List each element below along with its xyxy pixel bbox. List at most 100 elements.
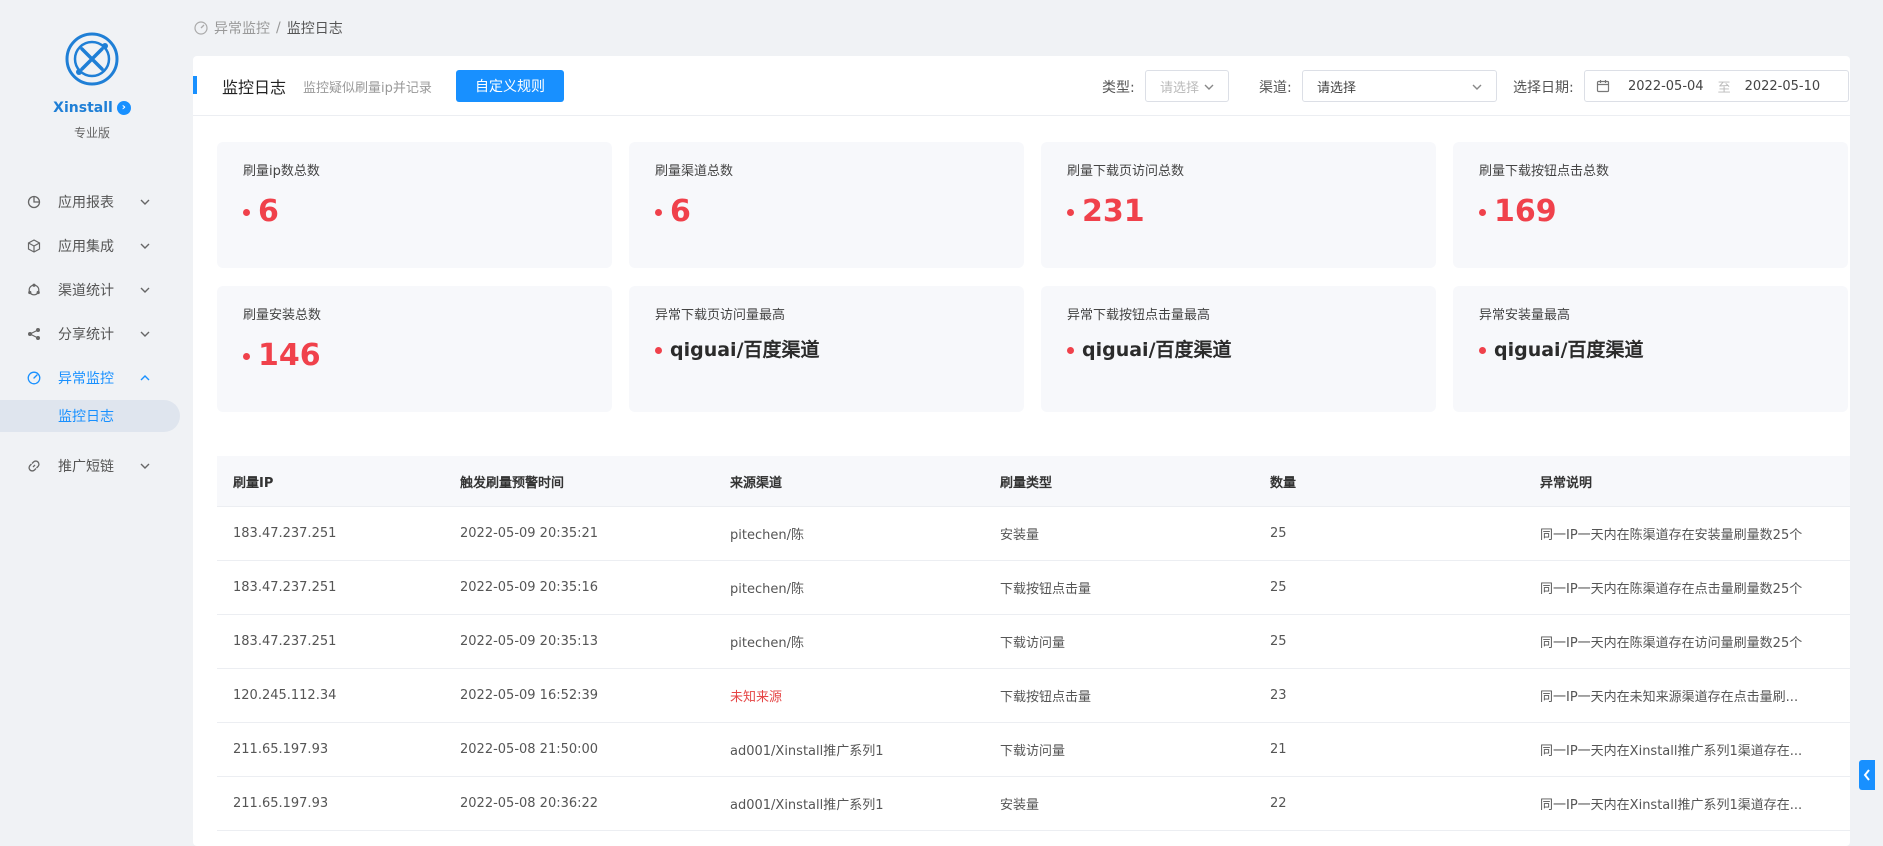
page-title: 监控日志 xyxy=(222,78,287,97)
alert-dot xyxy=(243,352,250,360)
channel-select[interactable]: 请选择 xyxy=(1302,70,1497,102)
custom-rule-button[interactable]: 自定义规则 xyxy=(456,70,564,102)
breadcrumb-parent[interactable]: 异常监控 xyxy=(214,18,270,38)
sidebar-item-label: 推广短链 xyxy=(58,459,114,475)
cell-channel: pitechen/陈 xyxy=(730,636,804,651)
stat-label: 刷量ip数总数 xyxy=(243,164,320,179)
column-header: 触发刷量预警时间 xyxy=(460,475,565,491)
alert-dot xyxy=(243,208,250,216)
network-icon xyxy=(26,282,42,298)
date-end[interactable]: 2022-05-10 xyxy=(1745,79,1821,94)
stat-value: 169 xyxy=(1494,194,1557,229)
stat-card: 刷量安装总数 146 xyxy=(217,286,612,412)
table-row: 183.47.237.251 2022-05-09 20:35:13 pitec… xyxy=(217,615,1850,669)
chevron-up-icon xyxy=(140,375,150,381)
cube-icon xyxy=(26,238,42,254)
cell-description: 同一IP一天内在陈渠道存在点击量刷量数25个 xyxy=(1540,582,1803,597)
sidebar-item-label: 应用报表 xyxy=(58,195,114,211)
date-filter-label: 选择日期: xyxy=(1513,80,1574,96)
cell-description: 同一IP一天内在Xinstall推广系列1渠道存在... xyxy=(1540,744,1803,759)
cell-count: 23 xyxy=(1270,688,1287,703)
date-range-picker[interactable]: 2022-05-04 至 2022-05-10 xyxy=(1584,70,1849,102)
cell-ip: 183.47.237.251 xyxy=(233,580,337,595)
type-select[interactable]: 请选择 xyxy=(1145,70,1229,102)
cell-channel: pitechen/陈 xyxy=(730,528,804,543)
sidebar: Xinstall › 专业版 应用报表 应用集成 渠道统计 分享统计 异常监控 … xyxy=(0,0,184,846)
stat-label: 异常安装量最高 xyxy=(1479,308,1571,323)
cell-count: 25 xyxy=(1270,634,1287,649)
type-select-placeholder: 请选择 xyxy=(1160,80,1200,96)
cell-type: 下载访问量 xyxy=(1000,744,1066,759)
chevron-down-icon xyxy=(140,243,150,249)
cell-type: 下载访问量 xyxy=(1000,636,1066,651)
cell-channel: ad001/Xinstall推广系列1 xyxy=(730,744,884,759)
cell-ip: 120.245.112.34 xyxy=(233,688,337,703)
stat-card: 异常安装量最高 qiguai/百度渠道 xyxy=(1453,286,1848,412)
chevron-left-icon xyxy=(1863,769,1870,781)
alert-dot xyxy=(1067,208,1074,216)
cell-description: 同一IP一天内在陈渠道存在安装量刷量数25个 xyxy=(1540,528,1803,543)
date-start[interactable]: 2022-05-04 xyxy=(1628,79,1704,94)
cell-ip: 211.65.197.93 xyxy=(233,796,329,811)
monitor-log-table: 刷量IP 触发刷量预警时间 来源渠道 刷量类型 数量 异常说明 183.47.2… xyxy=(217,456,1850,831)
column-header: 刷量IP xyxy=(233,475,274,491)
cell-description: 同一IP一天内在陈渠道存在访问量刷量数25个 xyxy=(1540,636,1803,651)
stat-card: 异常下载按钮点击量最高 qiguai/百度渠道 xyxy=(1041,286,1436,412)
edition-label: 专业版 xyxy=(73,126,110,140)
cell-time: 2022-05-08 20:36:22 xyxy=(460,796,599,811)
cell-channel: pitechen/陈 xyxy=(730,582,804,597)
chevron-down-icon xyxy=(1204,84,1214,90)
stat-card: 刷量ip数总数 6 xyxy=(217,142,612,268)
cell-type: 安装量 xyxy=(1000,798,1040,813)
sidebar-item-channel-stats[interactable]: 渠道统计 xyxy=(0,268,184,312)
sidebar-item-share-stats[interactable]: 分享统计 xyxy=(0,312,184,356)
sidebar-item-label: 异常监控 xyxy=(58,371,114,387)
share-icon xyxy=(26,326,42,342)
brand-label: Xinstall xyxy=(53,100,113,116)
alert-dot xyxy=(1479,347,1486,354)
channel-select-value: 请选择 xyxy=(1317,80,1357,96)
title-accent-bar xyxy=(193,76,197,94)
cell-time: 2022-05-09 20:35:21 xyxy=(460,526,599,541)
table-row: 211.65.197.93 2022-05-08 21:50:00 ad001/… xyxy=(217,723,1850,777)
channel-filter-label: 渠道: xyxy=(1259,80,1292,96)
breadcrumb-current: 监控日志 xyxy=(286,21,343,37)
column-header: 刷量类型 xyxy=(1000,475,1053,491)
sidebar-item-anomaly-monitor[interactable]: 异常监控 xyxy=(0,356,184,400)
gauge-icon xyxy=(194,21,208,35)
sidebar-item-short-link[interactable]: 推广短链 xyxy=(0,444,184,488)
chevron-down-icon xyxy=(140,331,150,337)
brand-name: Xinstall › xyxy=(0,100,184,116)
cell-type: 安装量 xyxy=(1000,528,1040,543)
cell-description: 同一IP一天内在未知来源渠道存在点击量刷... xyxy=(1540,690,1799,705)
cell-ip: 211.65.197.93 xyxy=(233,742,329,757)
cell-description: 同一IP一天内在Xinstall推广系列1渠道存在... xyxy=(1540,798,1803,813)
main-card: 监控日志 监控疑似刷量ip并记录 自定义规则 类型: 请选择 渠道: 请选择 选… xyxy=(193,56,1850,846)
stat-value: 6 xyxy=(258,194,279,229)
stat-card: 刷量下载页访问总数 231 xyxy=(1041,142,1436,268)
stat-value: 6 xyxy=(670,194,691,229)
sidebar-item-app-integration[interactable]: 应用集成 xyxy=(0,224,184,268)
cell-time: 2022-05-09 16:52:39 xyxy=(460,688,599,703)
chevron-down-icon xyxy=(140,199,150,205)
alert-dot xyxy=(1067,347,1074,354)
breadcrumb-separator: / xyxy=(276,20,281,36)
sidebar-item-label: 分享统计 xyxy=(58,327,114,343)
sidebar-item-label: 应用集成 xyxy=(58,239,114,255)
gauge-icon xyxy=(26,370,42,386)
alert-dot xyxy=(655,208,662,216)
sidebar-subitem-monitor-log[interactable]: 监控日志 xyxy=(0,400,180,432)
sidebar-item-app-report[interactable]: 应用报表 xyxy=(0,180,184,224)
cell-time: 2022-05-09 20:35:16 xyxy=(460,580,599,595)
table-row: 120.245.112.34 2022-05-09 16:52:39 未知来源 … xyxy=(217,669,1850,723)
cell-time: 2022-05-08 21:50:00 xyxy=(460,742,599,757)
chevron-down-icon xyxy=(140,287,150,293)
page-subtitle: 监控疑似刷量ip并记录 xyxy=(303,81,432,96)
sidebar-item-label: 渠道统计 xyxy=(58,283,114,299)
cell-channel: ad001/Xinstall推广系列1 xyxy=(730,798,884,813)
side-panel-toggle[interactable] xyxy=(1859,760,1875,790)
cell-time: 2022-05-09 20:35:13 xyxy=(460,634,599,649)
xinstall-logo-icon[interactable] xyxy=(63,30,121,88)
chevron-right-icon[interactable]: › xyxy=(116,101,131,115)
stat-card: 异常下载页访问量最高 qiguai/百度渠道 xyxy=(629,286,1024,412)
